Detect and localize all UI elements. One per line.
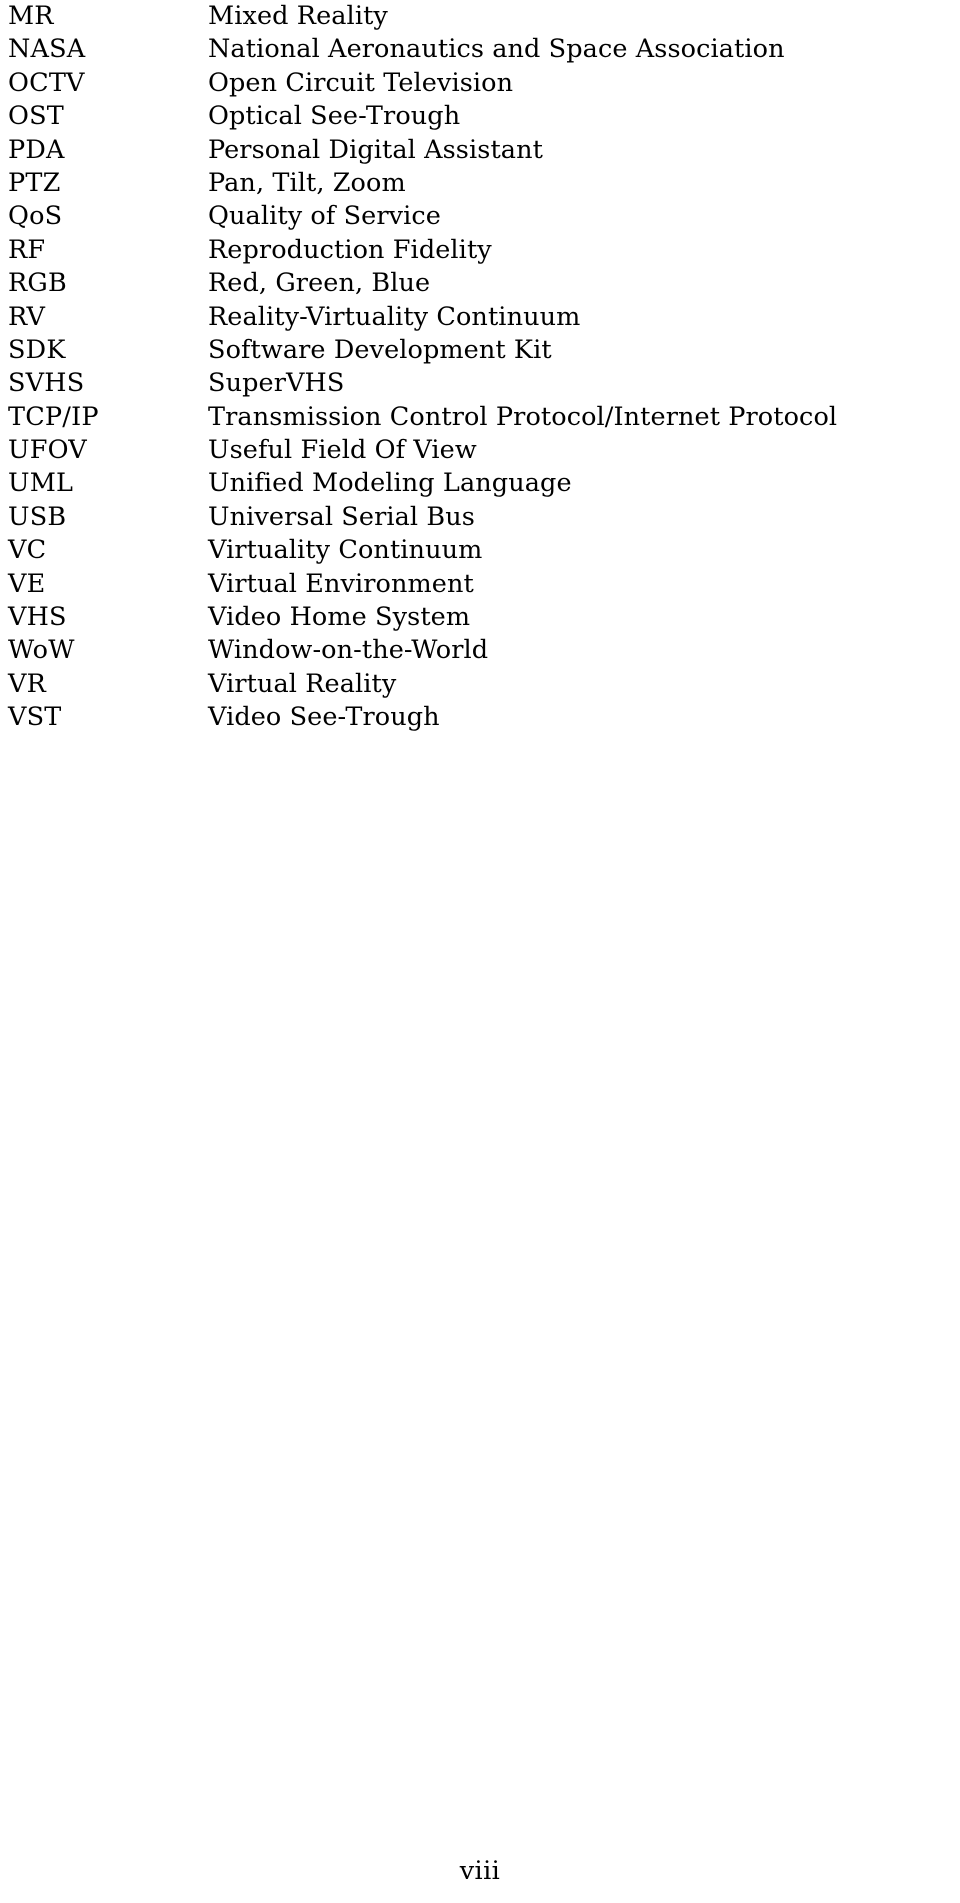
abbreviation-row: SDK Software Development Kit	[8, 334, 952, 367]
abbreviation-definition: Personal Digital Assistant	[208, 134, 543, 165]
abbreviation-definition: Pan, Tilt, Zoom	[208, 167, 406, 198]
abbreviation-definition: SuperVHS	[208, 368, 345, 399]
abbreviation-definition: Transmission Control Protocol/Internet P…	[208, 401, 838, 432]
abbreviation-term: VE	[8, 568, 46, 599]
abbreviation-definition: Window-on-the-World	[208, 635, 489, 666]
abbreviation-term: RF	[8, 234, 46, 265]
abbreviation-term: WoW	[8, 635, 75, 666]
abbreviation-row: PTZ Pan, Tilt, Zoom	[8, 167, 952, 200]
abbreviation-row: UFOV Useful Field Of View	[8, 434, 952, 467]
page-number: viii	[459, 1856, 501, 1886]
abbreviation-row: WoW Window-on-the-World	[8, 634, 952, 667]
abbreviation-definition: Virtual Reality	[208, 668, 397, 699]
abbreviation-definition: Video Home System	[208, 602, 471, 633]
abbreviation-row: VR Virtual Reality	[8, 668, 952, 701]
abbreviation-row: TCP/IP Transmission Control Protocol/Inte…	[8, 401, 952, 434]
abbreviation-term: SVHS	[8, 368, 85, 399]
abbreviation-definition: Universal Serial Bus	[208, 501, 475, 532]
abbreviation-term: NASA	[8, 34, 86, 65]
abbreviation-definition: Useful Field Of View	[208, 435, 477, 466]
abbreviation-definition: Mixed Reality	[208, 1, 388, 31]
abbreviation-term: UFOV	[8, 435, 87, 466]
abbreviation-row: QoS Quality of Service	[8, 200, 952, 233]
abbreviation-row: VC Virtuality Continuum	[8, 534, 952, 567]
abbreviation-row: USB Universal Serial Bus	[8, 501, 952, 534]
abbreviation-term: VC	[8, 535, 47, 566]
abbreviation-row: UML Unified Modeling Language	[8, 467, 952, 500]
abbreviation-definition: Virtuality Continuum	[208, 535, 483, 566]
abbreviation-definition: Optical See-Trough	[208, 101, 461, 132]
abbreviation-row: MR Mixed Reality	[8, 0, 952, 33]
abbreviation-term: OCTV	[8, 67, 85, 98]
abbreviation-row: SVHS SuperVHS	[8, 367, 952, 400]
abbreviation-term: USB	[8, 501, 67, 532]
abbreviation-term: QoS	[8, 201, 63, 232]
abbreviation-term: TCP/IP	[8, 401, 99, 432]
abbreviation-definition: Software Development Kit	[208, 334, 552, 365]
abbreviation-term: VR	[8, 668, 47, 699]
abbreviation-definition: Virtual Environment	[208, 568, 474, 599]
abbreviation-row: NASA National Aeronautics and Space Assoc…	[8, 33, 952, 66]
abbreviation-definition: National Aeronautics and Space Associati…	[208, 34, 785, 65]
abbreviation-term: PTZ	[8, 167, 61, 198]
abbreviation-row: VE Virtual Environment	[8, 568, 952, 601]
abbreviation-definition: Video See-Trough	[208, 702, 440, 733]
abbreviation-list: MR Mixed Reality NASA National Aeronautics …	[8, 0, 952, 735]
abbreviation-row: RGB Red, Green, Blue	[8, 267, 952, 300]
abbreviation-term: VST	[8, 702, 62, 733]
abbreviation-row: OST Optical See-Trough	[8, 100, 952, 133]
abbreviation-term: UML	[8, 468, 74, 499]
abbreviation-definition: Open Circuit Television	[208, 67, 514, 98]
abbreviation-term: VHS	[8, 602, 67, 633]
abbreviation-row: OCTV Open Circuit Television	[8, 67, 952, 100]
abbreviation-row: VST Video See-Trough	[8, 701, 952, 734]
abbreviation-term: RV	[8, 301, 46, 332]
abbreviation-term: MR	[8, 1, 54, 31]
abbreviation-definition: Reproduction Fidelity	[208, 234, 492, 265]
abbreviation-row: VHS Video Home System	[8, 601, 952, 634]
abbreviation-term: SDK	[8, 334, 66, 365]
abbreviation-term: PDA	[8, 134, 65, 165]
document-page: MR Mixed Reality NASA National Aeronautics …	[0, 0, 960, 1903]
abbreviation-definition: Reality-Virtuality Continuum	[208, 301, 581, 332]
abbreviation-row: PDA Personal Digital Assistant	[8, 134, 952, 167]
abbreviation-row: RF Reproduction Fidelity	[8, 234, 952, 267]
abbreviation-definition: Quality of Service	[208, 201, 441, 232]
abbreviation-definition: Unified Modeling Language	[208, 468, 572, 499]
abbreviation-row: RV Reality-Virtuality Continuum	[8, 301, 952, 334]
abbreviation-term: RGB	[8, 268, 67, 299]
abbreviation-term: OST	[8, 101, 64, 132]
abbreviation-definition: Red, Green, Blue	[208, 268, 431, 299]
